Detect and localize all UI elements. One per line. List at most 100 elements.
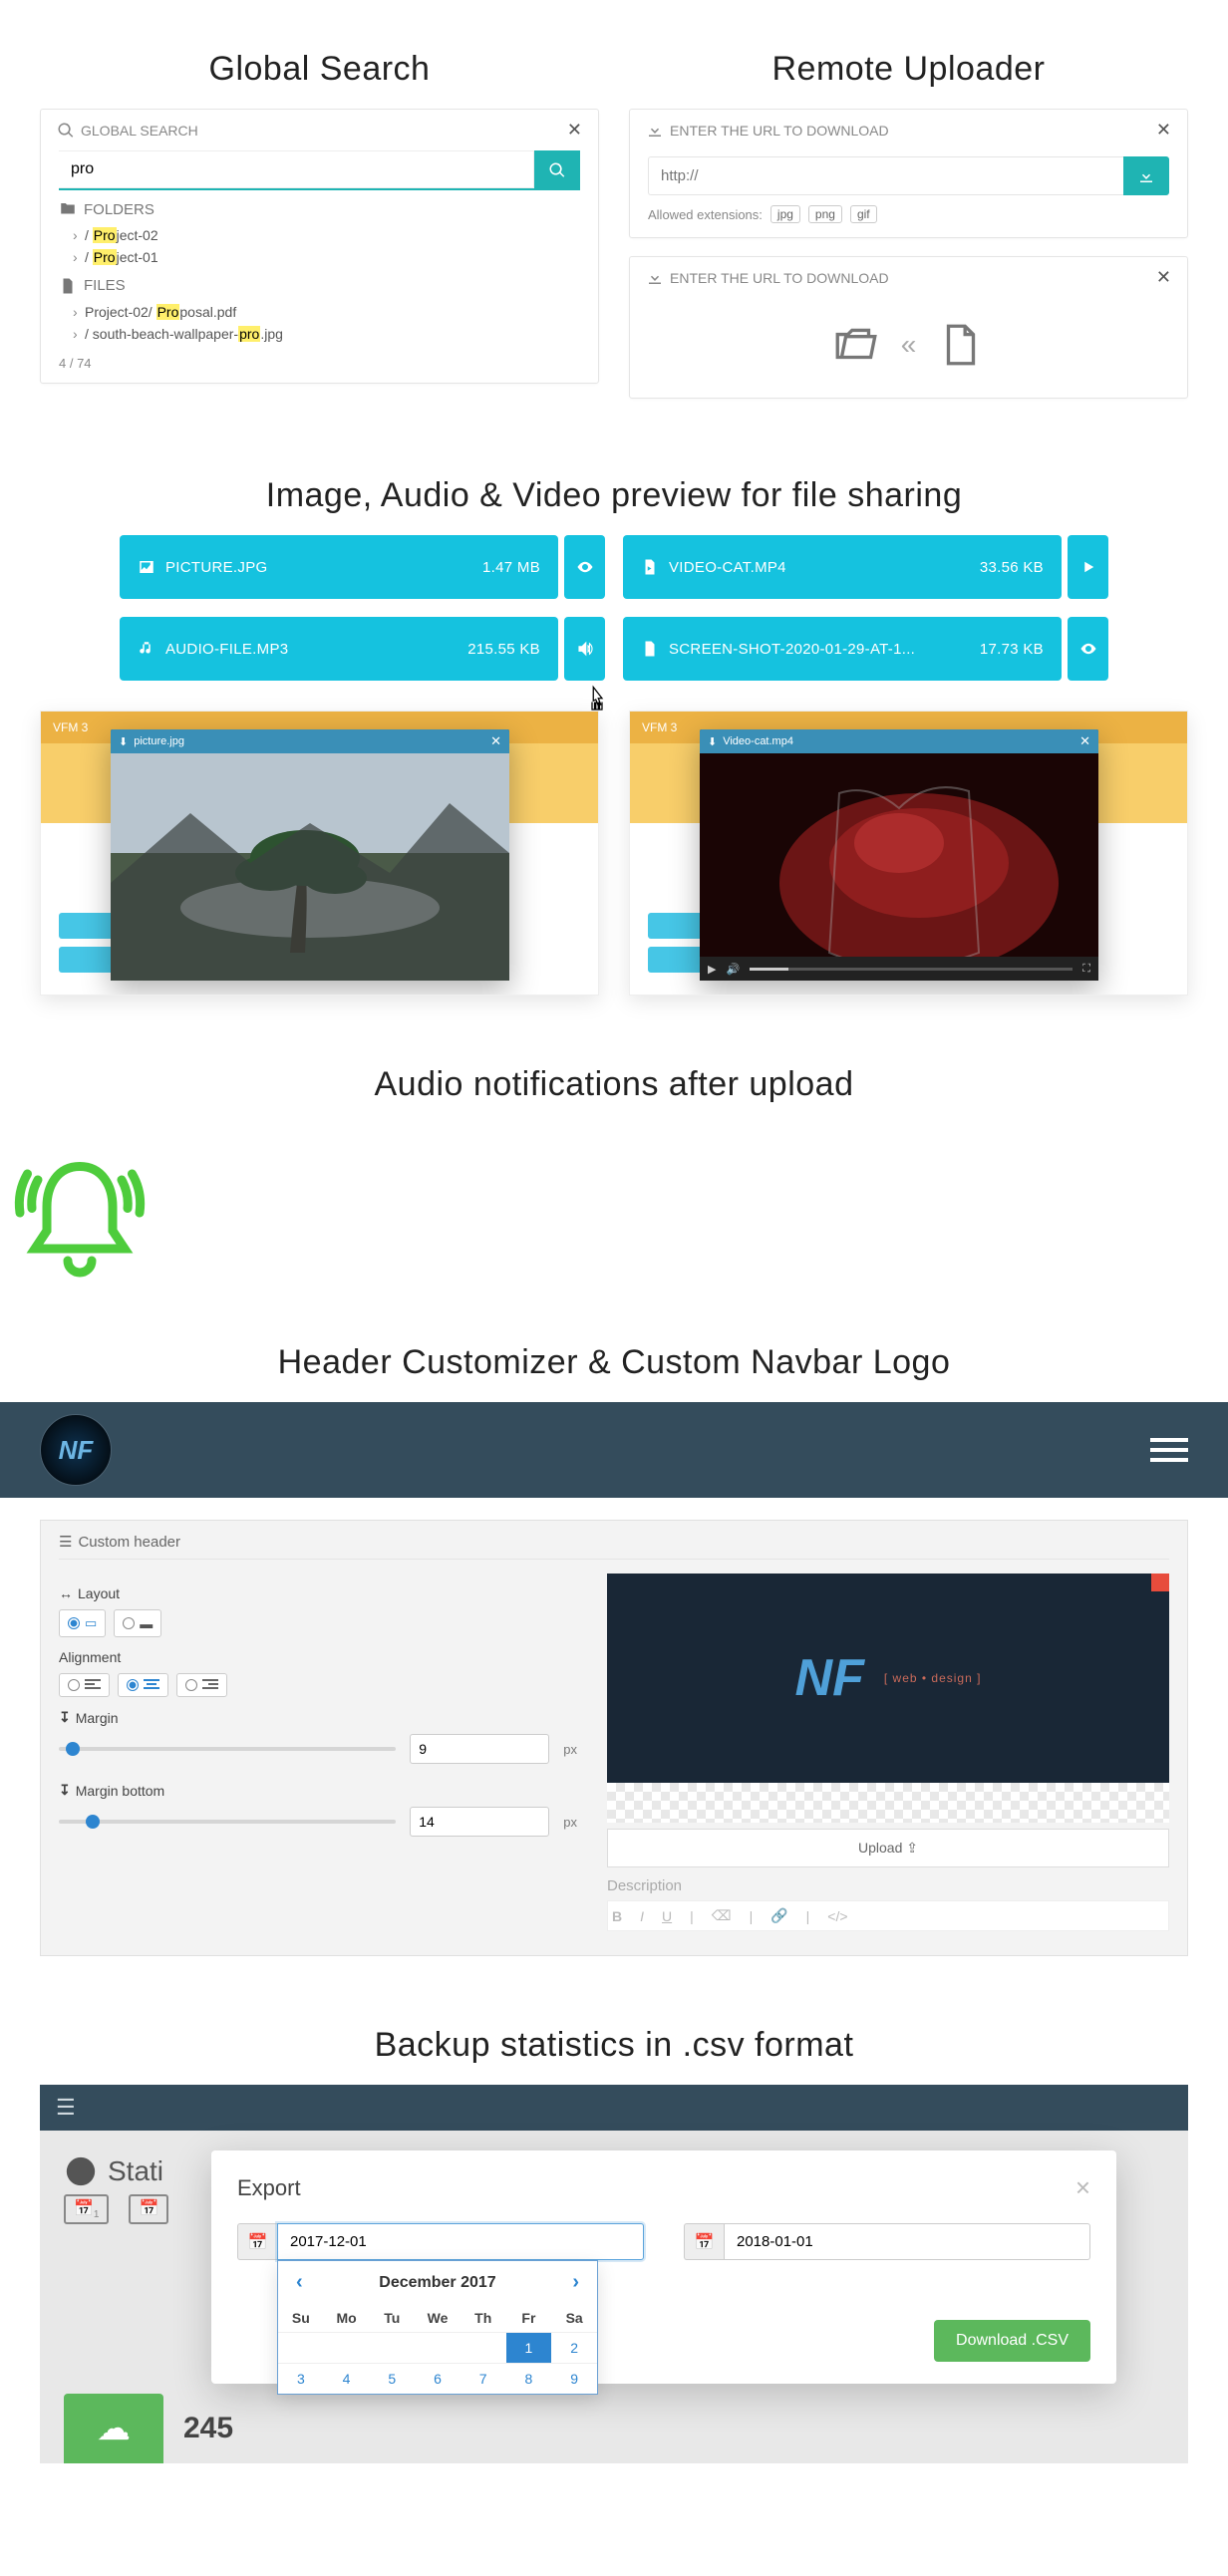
preview-button[interactable] (564, 535, 605, 599)
calendar-day[interactable]: 8 (506, 2363, 552, 2394)
delete-banner-button[interactable] (1151, 1574, 1169, 1591)
calendar-dow: Th (460, 2304, 506, 2332)
link-icon[interactable]: 🔗 (770, 1907, 787, 1924)
description-label: Description (607, 1877, 1169, 1894)
remote-panel-title: ENTER THE URL TO DOWNLOAD (670, 123, 889, 139)
close-icon[interactable]: ✕ (1156, 267, 1171, 288)
title-preview: Image, Audio & Video preview for file sh… (0, 476, 1228, 515)
download-icon[interactable]: ⬇ (119, 735, 128, 748)
search-result-count: 4 / 74 (59, 356, 580, 371)
close-icon[interactable]: ✕ (1079, 733, 1090, 749)
clear-icon[interactable]: ⌫ (712, 1907, 732, 1924)
file-row[interactable]: PICTURE.JPG 1.47 MB (120, 535, 558, 599)
margin-label: Margin (59, 1709, 577, 1726)
layout-label: Layout (59, 1585, 577, 1601)
margin-bottom-slider[interactable] (59, 1820, 396, 1824)
align-right[interactable] (176, 1673, 227, 1697)
preview-button[interactable] (1068, 617, 1108, 681)
title-header-customizer: Header Customizer & Custom Navbar Logo (0, 1343, 1228, 1382)
file-row[interactable]: VIDEO-CAT.MP4 33.56 KB (623, 535, 1062, 599)
calendar-icon[interactable]: 📅 (129, 2194, 168, 2224)
file-row[interactable]: AUDIO-FILE.MP3 215.55 KB (120, 617, 558, 681)
close-icon[interactable]: ✕ (1156, 120, 1171, 141)
video-controls[interactable]: ▶ 🔊 ⛶ (700, 957, 1098, 981)
close-icon[interactable]: ✕ (490, 733, 501, 749)
remote-url-input[interactable] (648, 156, 1123, 195)
margin-slider[interactable] (59, 1747, 396, 1751)
list-icon: ☰ (59, 1533, 72, 1551)
calendar-day (460, 2332, 506, 2363)
calendar-icon[interactable]: 📅1 (64, 2194, 109, 2224)
remote-paste-panel: ENTER THE URL TO DOWNLOAD ✕ « (629, 256, 1188, 399)
upload-widget[interactable]: ☁ (64, 2394, 163, 2463)
calendar-title: December 2017 (309, 2274, 567, 2292)
remote-download-button[interactable] (1123, 156, 1169, 195)
calendar-day[interactable]: 7 (460, 2363, 506, 2394)
allowed-extensions: Allowed extensions: jpg png gif (630, 205, 1187, 237)
pie-chart-icon (64, 2154, 98, 2188)
burger-menu-icon[interactable] (1150, 1438, 1188, 1462)
align-center[interactable] (118, 1673, 168, 1697)
calendar-icon[interactable]: 📅 (684, 2223, 724, 2260)
search-button[interactable] (534, 150, 580, 190)
margin-input[interactable] (410, 1734, 549, 1764)
file-icon (936, 320, 986, 370)
italic-icon[interactable]: I (640, 1908, 644, 1924)
close-icon[interactable]: ✕ (567, 120, 582, 141)
volume-icon (576, 640, 594, 658)
prev-month-button[interactable]: ‹ (290, 2271, 309, 2294)
calendar-day[interactable]: 9 (551, 2363, 597, 2394)
date-from-input[interactable] (277, 2223, 644, 2260)
landscape-image (111, 753, 509, 981)
close-icon[interactable]: × (1075, 2172, 1090, 2203)
search-result-file[interactable]: Project-02/ Proposal.pdf (59, 301, 580, 323)
calendar-day (369, 2332, 415, 2363)
header-customizer-panel: ☰ Custom header Layout ▭ ▬ Alignment Mar… (40, 1520, 1188, 1956)
upload-button[interactable]: Upload ⇪ (607, 1829, 1169, 1867)
search-icon (548, 161, 566, 179)
layout-option-full[interactable]: ▬ (114, 1609, 161, 1637)
calendar-day[interactable]: 6 (415, 2363, 460, 2394)
search-result-folder[interactable]: / Project-02 (59, 224, 580, 246)
margin-bottom-input[interactable] (410, 1807, 549, 1837)
calendar-icon[interactable]: 📅 (237, 2223, 277, 2260)
stats-number: 245 (183, 2412, 233, 2445)
backup-panel: ☰ Stati 📅1 📅 ☁ 245 Export × 📅 📅 (40, 2085, 1188, 2463)
title-remote-uploader: Remote Uploader (629, 50, 1188, 89)
paste-dropzone[interactable]: « (630, 298, 1187, 398)
chevrons-left-icon: « (901, 329, 917, 361)
file-row[interactable]: SCREEN-SHOT-2020-01-29-AT-1... 17.73 KB (623, 617, 1062, 681)
play-icon (1079, 558, 1097, 576)
file-icon (59, 277, 77, 295)
download-csv-button[interactable]: Download .CSV (934, 2320, 1090, 2362)
layout-option-boxed[interactable]: ▭ (59, 1609, 106, 1637)
play-icon[interactable]: ▶ (708, 963, 716, 976)
video-frame (700, 753, 1098, 981)
calendar-day[interactable]: 2 (551, 2332, 597, 2363)
code-icon[interactable]: </> (827, 1908, 847, 1924)
files-heading: FILES (59, 277, 580, 295)
audio-play-button[interactable] (564, 617, 605, 681)
calendar-day[interactable]: 3 (278, 2363, 324, 2394)
calendar-popup: ‹ December 2017 › SuMoTuWeThFrSa12345678… (277, 2260, 598, 2395)
search-result-folder[interactable]: / Project-01 (59, 246, 580, 268)
search-input[interactable] (59, 150, 534, 190)
search-icon (57, 122, 75, 140)
eye-icon (1079, 640, 1097, 658)
calendar-day[interactable]: 5 (369, 2363, 415, 2394)
fullscreen-icon[interactable]: ⛶ (1082, 963, 1090, 976)
play-button[interactable] (1068, 535, 1108, 599)
date-to-input[interactable] (724, 2223, 1090, 2260)
bold-icon[interactable]: B (612, 1908, 622, 1924)
next-month-button[interactable]: › (566, 2271, 585, 2294)
volume-icon[interactable]: 🔊 (726, 963, 740, 976)
search-result-file[interactable]: / south-beach-wallpaper-pro.jpg (59, 323, 580, 345)
menu-icon[interactable]: ☰ (56, 2095, 76, 2121)
download-icon[interactable]: ⬇ (708, 735, 717, 748)
align-left[interactable] (59, 1673, 110, 1697)
underline-icon[interactable]: U (662, 1908, 672, 1924)
calendar-day[interactable]: 4 (324, 2363, 370, 2394)
calendar-day[interactable]: 1 (506, 2332, 552, 2363)
editor-toolbar[interactable]: B I U | ⌫ | 🔗 | </> (607, 1900, 1169, 1931)
navbar-logo[interactable]: NF (40, 1414, 112, 1486)
